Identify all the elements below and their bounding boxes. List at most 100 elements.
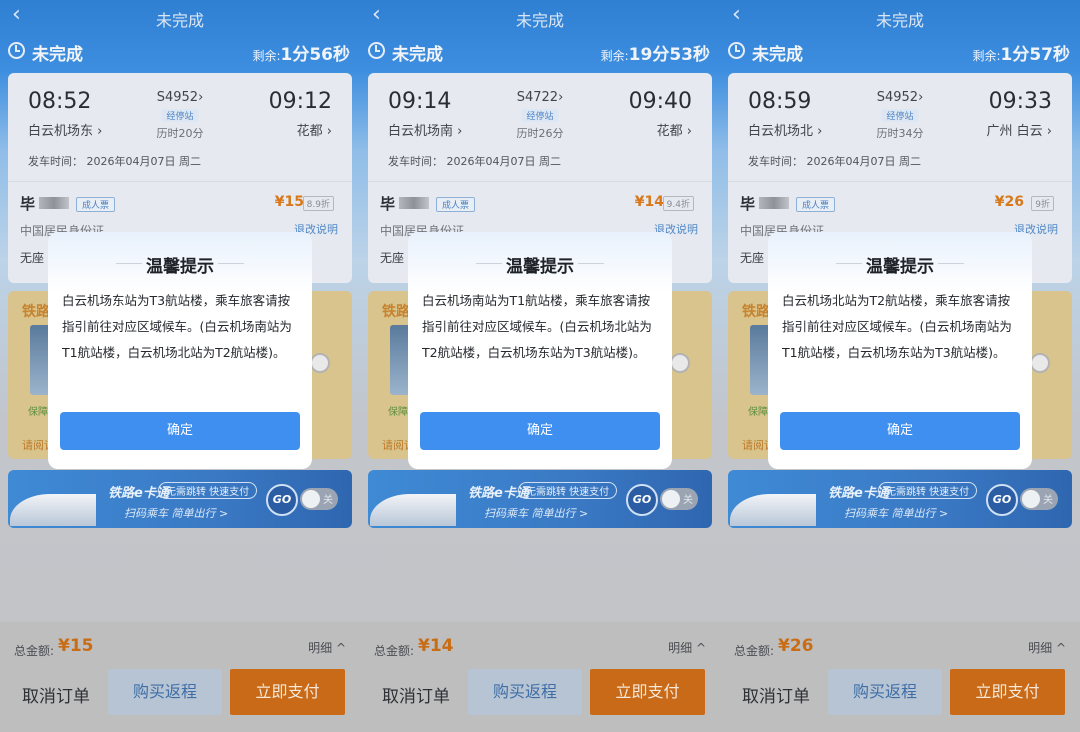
discount-badge: 8.9折 bbox=[302, 196, 334, 211]
divider bbox=[8, 181, 352, 182]
nav-title: 未完成 bbox=[515, 11, 564, 30]
ticket-price: ¥14 bbox=[634, 194, 664, 210]
countdown-label: 剩余: bbox=[252, 49, 281, 63]
detail-toggle[interactable]: 明细 ^ bbox=[308, 639, 346, 656]
train-icon bbox=[730, 494, 816, 526]
go-icon: GO bbox=[986, 484, 1018, 516]
order-panel: ‹ 未完成 未完成 剩余:1分56秒 08:52 白云机场东 › S4952› … bbox=[0, 0, 360, 732]
total-label: 总金额: bbox=[734, 644, 775, 658]
ecard-banner[interactable]: 铁路e卡通 无需跳转 快速支付 扫码乘车 简单出行 > GO 关 bbox=[368, 470, 712, 528]
detail-toggle[interactable]: 明细 ^ bbox=[668, 639, 706, 656]
buy-return-button[interactable]: 购买返程 bbox=[108, 669, 222, 715]
arrive-station[interactable]: 花都 › bbox=[297, 120, 332, 139]
ecard-toggle[interactable]: 关 bbox=[1020, 488, 1058, 510]
total-label: 总金额: bbox=[374, 644, 415, 658]
countdown: 剩余:1分57秒 bbox=[972, 40, 1070, 65]
nav-title: 未完成 bbox=[155, 11, 204, 30]
stops-badge[interactable]: 经停站 bbox=[161, 109, 199, 122]
order-panel: ‹ 未完成 未完成 剩余:1分57秒 08:59 白云机场北 › S4952› … bbox=[720, 0, 1080, 732]
detail-toggle[interactable]: 明细 ^ bbox=[1028, 639, 1066, 656]
ecard-toggle[interactable]: 关 bbox=[660, 488, 698, 510]
title-divider bbox=[938, 263, 964, 264]
redacted-name bbox=[399, 197, 429, 209]
cancel-order-button[interactable]: 取消订单 bbox=[742, 682, 810, 707]
nav-bar: ‹ 未完成 bbox=[720, 0, 1080, 34]
ecard-banner[interactable]: 铁路e卡通 无需跳转 快速支付 扫码乘车 简单出行 > GO 关 bbox=[8, 470, 352, 528]
train-number-text: S4952 bbox=[156, 90, 199, 105]
total-label: 总金额: bbox=[14, 644, 55, 658]
notice-dialog: 温馨提示 白云机场东站为T3航站楼，乘车旅客请按指引前往对应区域候车。(白云机场… bbox=[48, 232, 312, 469]
confirm-button[interactable]: 确定 bbox=[60, 412, 300, 450]
pay-now-button[interactable]: 立即支付 bbox=[950, 669, 1065, 715]
dialog-title: 温馨提示 bbox=[506, 257, 574, 277]
countdown-value: 19分53秒 bbox=[628, 45, 710, 65]
toggle-label: 关 bbox=[323, 495, 333, 506]
toggle-label: 关 bbox=[1043, 495, 1053, 506]
ecard-toggle[interactable]: 关 bbox=[300, 488, 338, 510]
title-divider bbox=[578, 263, 604, 264]
dialog-message: 白云机场东站为T3航站楼，乘车旅客请按指引前往对应区域候车。(白云机场南站为T1… bbox=[62, 293, 292, 360]
insurance-tag: 保障 bbox=[388, 407, 408, 418]
dialog-title: 温馨提示 bbox=[866, 257, 934, 277]
arrive-station[interactable]: 广州 白云 › bbox=[987, 120, 1052, 139]
insurance-tag: 保障 bbox=[748, 407, 768, 418]
redacted-name bbox=[759, 197, 789, 209]
divider bbox=[368, 181, 712, 182]
train-number-text: S4722 bbox=[516, 90, 559, 105]
chevron-right-icon: › bbox=[682, 124, 692, 139]
clock-icon bbox=[368, 42, 385, 59]
chevron-right-icon: › bbox=[1042, 124, 1052, 139]
toggle-knob bbox=[302, 490, 320, 508]
pay-now-button[interactable]: 立即支付 bbox=[230, 669, 345, 715]
countdown-label: 剩余: bbox=[600, 49, 629, 63]
banner-chip: 无需跳转 快速支付 bbox=[158, 482, 258, 499]
toggle-knob bbox=[1022, 490, 1040, 508]
ecard-banner[interactable]: 铁路e卡通 无需跳转 快速支付 扫码乘车 简单出行 > GO 关 bbox=[728, 470, 1072, 528]
total-value: ¥14 bbox=[418, 636, 454, 656]
confirm-button[interactable]: 确定 bbox=[780, 412, 1020, 450]
buy-return-button[interactable]: 购买返程 bbox=[468, 669, 582, 715]
arrive-station[interactable]: 花都 › bbox=[657, 120, 692, 139]
ticket-price: ¥26 bbox=[994, 194, 1024, 210]
banner-chip: 无需跳转 快速支付 bbox=[518, 482, 618, 499]
ticket-type-badge: 成人票 bbox=[796, 197, 836, 212]
seat-type: 无座 bbox=[740, 251, 765, 265]
insurance-radio[interactable] bbox=[310, 353, 330, 373]
stops-badge[interactable]: 经停站 bbox=[881, 109, 919, 122]
chevron-right-icon: › bbox=[322, 124, 332, 139]
countdown-value: 1分56秒 bbox=[280, 45, 351, 65]
seat-type: 无座 bbox=[20, 251, 45, 265]
buy-return-button[interactable]: 购买返程 bbox=[828, 669, 942, 715]
arrive-time: 09:12 bbox=[268, 89, 332, 114]
dialog-message: 白云机场南站为T1航站楼，乘车旅客请按指引前往对应区域候车。(白云机场北站为T2… bbox=[422, 293, 652, 360]
ticket-type-badge: 成人票 bbox=[76, 197, 116, 212]
banner-chip: 无需跳转 快速支付 bbox=[878, 482, 978, 499]
total-value: ¥26 bbox=[778, 636, 814, 656]
cancel-order-button[interactable]: 取消订单 bbox=[22, 682, 90, 707]
countdown-label: 剩余: bbox=[972, 49, 1001, 63]
payment-status-bar: 未完成 剩余:19分53秒 bbox=[368, 40, 712, 65]
passenger-name: 毕 bbox=[740, 195, 756, 213]
payment-status-bar: 未完成 剩余:1分56秒 bbox=[8, 40, 352, 65]
status-label: 未完成 bbox=[32, 45, 83, 65]
stops-badge[interactable]: 经停站 bbox=[521, 109, 559, 122]
nav-bar: ‹ 未完成 bbox=[360, 0, 720, 34]
chevron-right-icon: › bbox=[918, 90, 924, 105]
order-panel: ‹ 未完成 未完成 剩余:19分53秒 09:14 白云机场南 › S4722›… bbox=[360, 0, 720, 732]
pay-now-button[interactable]: 立即支付 bbox=[590, 669, 705, 715]
checkout-bar: 总金额: ¥15 明细 ^ 取消订单 购买返程 立即支付 bbox=[0, 622, 360, 732]
nav-title: 未完成 bbox=[875, 11, 924, 30]
divider bbox=[728, 181, 1072, 182]
confirm-button[interactable]: 确定 bbox=[420, 412, 660, 450]
insurance-radio[interactable] bbox=[670, 353, 690, 373]
countdown: 剩余:1分56秒 bbox=[252, 40, 350, 65]
dialog-title: 温馨提示 bbox=[146, 257, 214, 277]
cancel-order-button[interactable]: 取消订单 bbox=[382, 682, 450, 707]
banner-slogan: 扫码乘车 简单出行 > bbox=[484, 507, 589, 520]
status-label: 未完成 bbox=[392, 45, 443, 65]
ticket-price: ¥15 bbox=[274, 194, 304, 210]
nav-bar: ‹ 未完成 bbox=[0, 0, 360, 34]
insurance-radio[interactable] bbox=[1030, 353, 1050, 373]
go-icon: GO bbox=[626, 484, 658, 516]
train-icon bbox=[10, 494, 96, 526]
